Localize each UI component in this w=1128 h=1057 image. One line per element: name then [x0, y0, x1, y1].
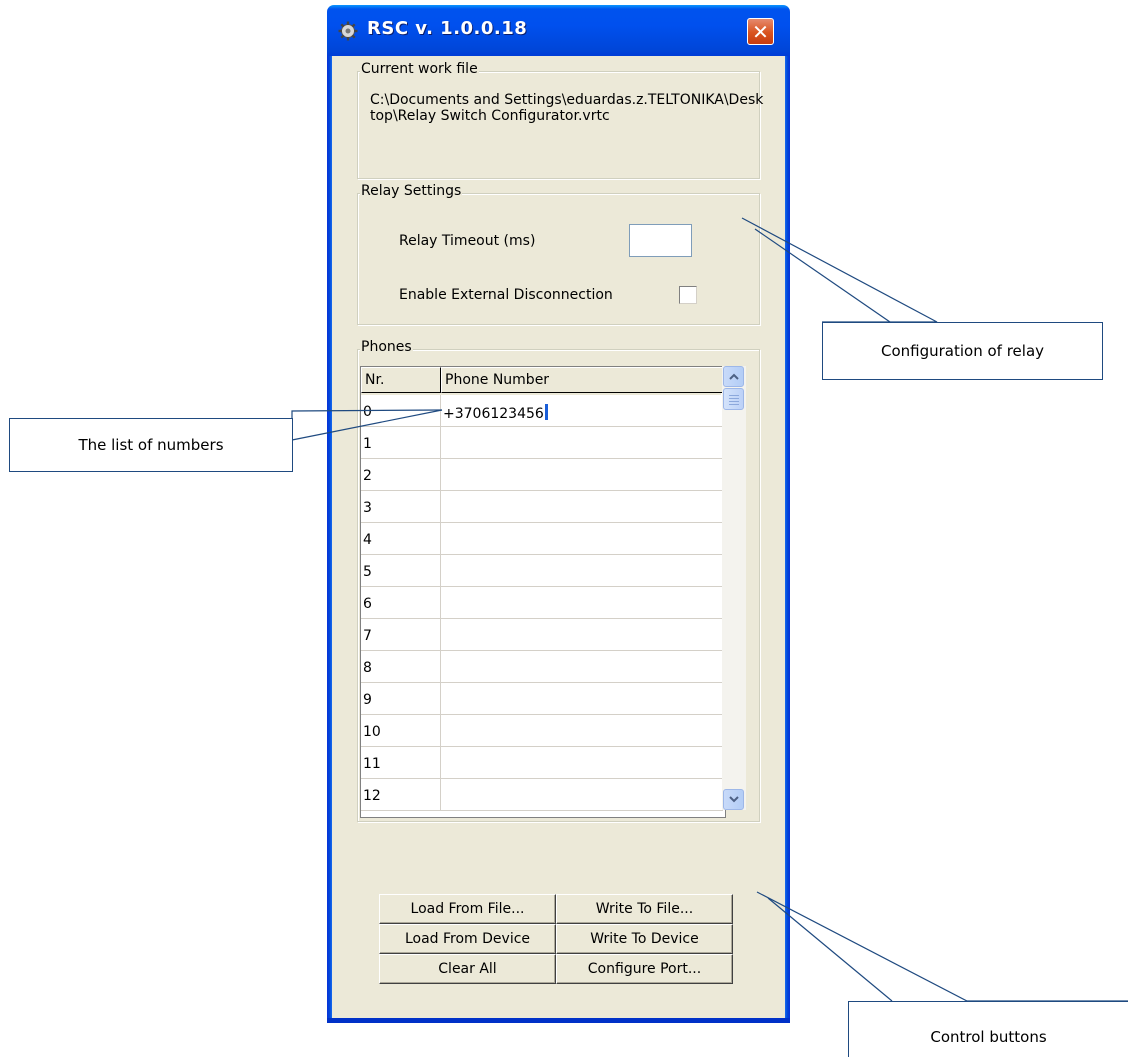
callout-relay-configuration: Configuration of relay — [822, 322, 1103, 380]
callout-lines — [291, 217, 1128, 1002]
callout-list-of-numbers: The list of numbers — [9, 418, 293, 472]
callout-control-buttons: Control buttons — [848, 1001, 1128, 1057]
